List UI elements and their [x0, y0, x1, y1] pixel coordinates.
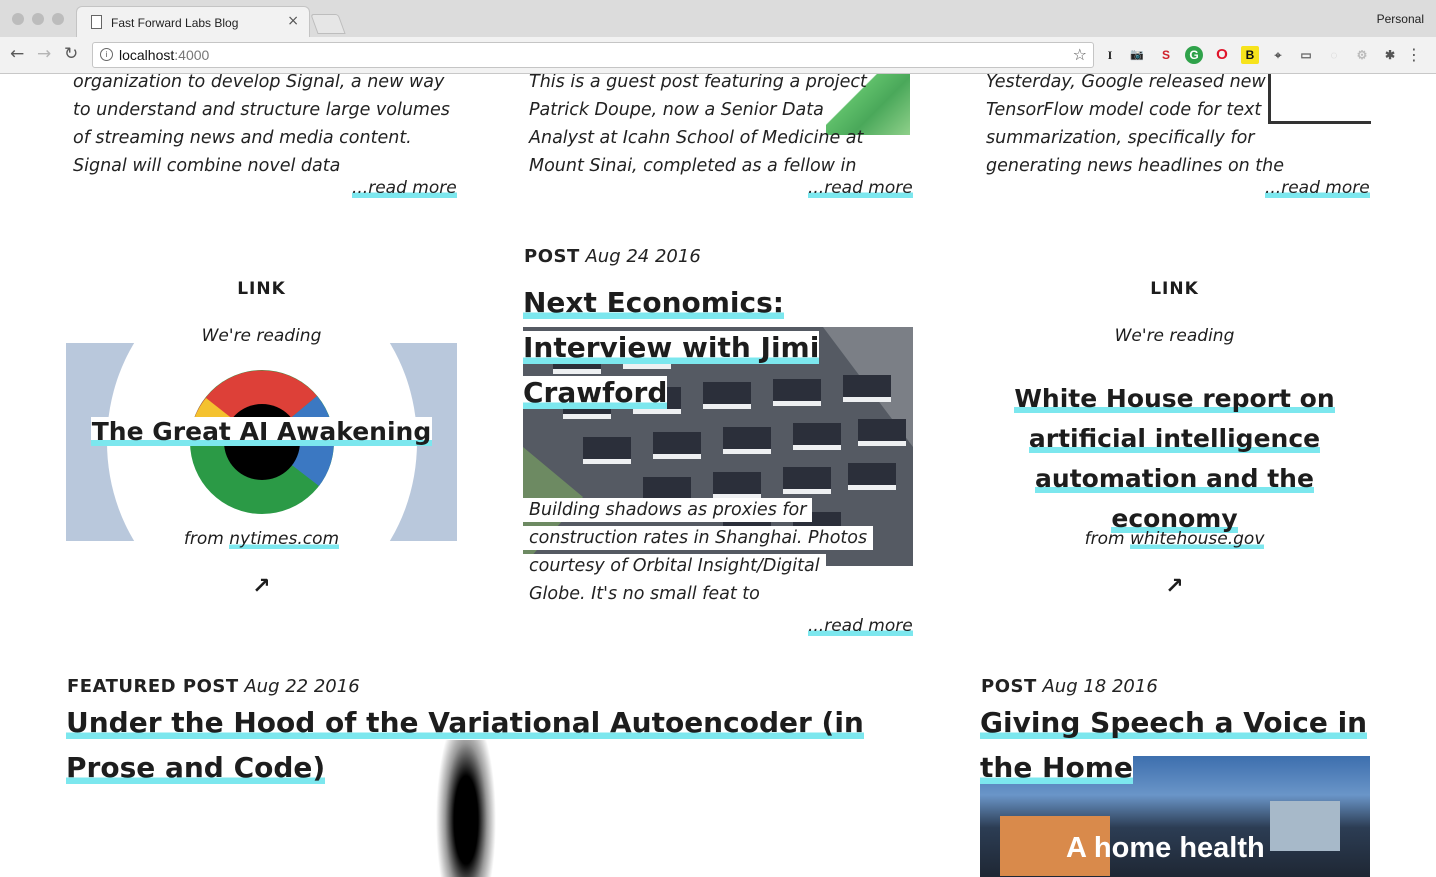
address-bar[interactable]: i localhost:4000 ☆	[92, 42, 1094, 68]
read-more-link[interactable]: ...read more	[808, 178, 913, 198]
forward-button[interactable]: →	[37, 45, 51, 63]
post-title-wrap: Under the Hood of the Variational Autoen…	[66, 702, 906, 792]
post-excerpt: Yesterday, Google released new TensorFlo…	[986, 74, 1285, 176]
link-title-wrap: The Great AI Awakening	[66, 417, 457, 446]
tab-close-button[interactable]: ×	[287, 13, 299, 29]
post-excerpt: Building shadows as proxies for construc…	[523, 496, 874, 608]
browser-menu-icon[interactable]: ⋮	[1406, 45, 1422, 64]
minimize-window-button[interactable]	[32, 13, 44, 25]
bookmark-star-icon[interactable]: ☆	[1073, 45, 1087, 64]
post-date: Aug 22 2016	[244, 676, 360, 697]
post-meta: POST Aug 18 2016	[981, 676, 1158, 697]
link-source: from whitehouse.gov	[1084, 529, 1265, 549]
gear-extension-icon[interactable]: ⚙	[1353, 46, 1371, 64]
browser-tab[interactable]: Fast Forward Labs Blog ×	[76, 6, 310, 38]
post-card: A home health POST Aug 18 2016 Giving Sp…	[980, 674, 1371, 877]
post-card: organization to develop Signal, a new wa…	[67, 74, 458, 218]
featured-post-card: FEATURED POST Aug 22 2016 Under the Hood…	[66, 674, 914, 877]
opera-extension-icon[interactable]: O	[1213, 46, 1231, 64]
instapaper-extension-icon[interactable]: I	[1101, 46, 1119, 64]
profile-button[interactable]: Personal	[1377, 12, 1424, 26]
link-source-domain[interactable]: nytimes.com	[229, 529, 340, 549]
read-more-link[interactable]: ...read more	[1265, 178, 1370, 198]
link-source-domain[interactable]: whitehouse.gov	[1129, 529, 1265, 549]
new-tab-button[interactable]	[310, 14, 346, 34]
camera-extension-icon[interactable]: 📷	[1128, 46, 1146, 64]
house-window	[1270, 801, 1340, 851]
browser-toolbar: ← → ↻ i localhost:4000 ☆ I 📷 S G O B ⌖ ▭…	[0, 37, 1436, 74]
back-button[interactable]: ←	[10, 45, 24, 63]
post-image-caption: A home health	[1066, 832, 1265, 864]
browser-titlebar: Fast Forward Labs Blog × Personal	[0, 0, 1436, 38]
circle-extension-icon[interactable]: ◌	[1325, 46, 1343, 64]
tab-title: Fast Forward Labs Blog	[111, 16, 239, 30]
post-card: Yesterday, Google released new TensorFlo…	[980, 74, 1371, 218]
link-card: LINK We're reading The Great AI Awakenin…	[66, 274, 457, 604]
bug-extension-icon[interactable]: ✱	[1381, 46, 1399, 64]
post-kind: POST	[981, 676, 1037, 697]
link-title[interactable]: White House report on artificial intelli…	[1014, 384, 1335, 533]
reload-button[interactable]: ↻	[64, 45, 78, 63]
post-title[interactable]: Under the Hood of the Variational Autoen…	[66, 706, 864, 784]
post-title[interactable]: Giving Speech a Voice in the Home	[980, 706, 1368, 784]
link-reading-label: We're reading	[1114, 326, 1235, 346]
post-excerpt: organization to develop Signal, a new wa…	[73, 74, 450, 176]
b-extension-icon[interactable]: B	[1241, 46, 1259, 64]
post-kind: POST	[524, 246, 580, 267]
url-text[interactable]: localhost:4000	[119, 47, 209, 63]
read-more-link[interactable]: ...read more	[808, 616, 913, 636]
grammar-extension-icon[interactable]: G	[1185, 46, 1203, 64]
document-icon	[91, 15, 102, 29]
post-kind: FEATURED POST	[67, 676, 239, 697]
post-card: This is a guest post featuring a project…	[523, 74, 914, 218]
link-title[interactable]: The Great AI Awakening	[90, 417, 433, 446]
blog-page: organization to develop Signal, a new wa…	[0, 74, 1436, 877]
s-extension-icon[interactable]: S	[1157, 46, 1175, 64]
link-card: LINK We're reading White House report on…	[979, 274, 1370, 604]
post-title[interactable]: Next Economics: Interview with Jimi Craw…	[523, 286, 820, 409]
post-excerpt: This is a guest post featuring a project…	[529, 74, 867, 176]
link-reading-label: We're reading	[201, 326, 322, 346]
link-label: LINK	[237, 279, 286, 299]
post-title-wrap: Next Economics: Interview with Jimi Craw…	[523, 282, 914, 417]
picker-extension-icon[interactable]: ⌖	[1269, 46, 1287, 64]
post-date: Aug 18 2016	[1042, 676, 1158, 697]
cast-icon[interactable]: ▭	[1297, 46, 1315, 64]
post-meta: POST Aug 24 2016	[524, 246, 701, 267]
post-meta: FEATURED POST Aug 22 2016	[67, 676, 360, 697]
info-icon[interactable]: i	[100, 48, 113, 61]
post-title-wrap: Giving Speech a Voice in the Home	[980, 702, 1371, 792]
external-link-arrow-icon[interactable]: ↗	[66, 574, 457, 599]
external-link-arrow-icon[interactable]: ↗	[979, 574, 1370, 599]
link-label: LINK	[1150, 279, 1199, 299]
link-source: from nytimes.com	[183, 529, 340, 549]
close-window-button[interactable]	[12, 13, 24, 25]
post-card: POST Aug 24 2016 Next Economics: Intervi…	[523, 244, 914, 644]
link-title-wrap: White House report on artificial intelli…	[979, 380, 1370, 540]
post-date: Aug 24 2016	[585, 246, 701, 267]
zoom-window-button[interactable]	[52, 13, 64, 25]
read-more-link[interactable]: ...read more	[352, 178, 457, 198]
